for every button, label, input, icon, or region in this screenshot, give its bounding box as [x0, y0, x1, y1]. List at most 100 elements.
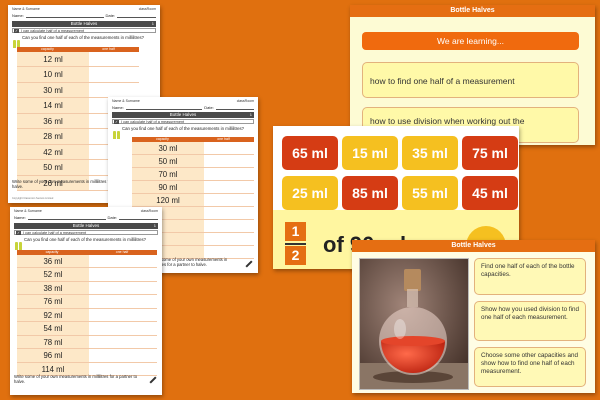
half-cell[interactable]	[89, 308, 157, 321]
capacity-cell: 90 ml	[132, 180, 204, 193]
capacity-cell: 76 ml	[17, 295, 89, 308]
learning-objective: ✓ I can calculate half of a measurement	[112, 119, 254, 124]
half-cell[interactable]	[89, 51, 139, 66]
half-cell[interactable]	[89, 281, 157, 294]
table-row: 30 ml	[17, 82, 139, 98]
learning-banner: We are learning...	[362, 32, 579, 50]
worksheet-meta: Name & Surname classRoom	[14, 209, 158, 213]
table-row: 54 ml	[17, 322, 157, 336]
capacity-cell: 50 ml	[17, 160, 89, 175]
measurement-tile: 35 ml	[402, 136, 458, 170]
capacity-table: capacity one half 36 ml 52 ml 38 ml 76 ml 92 …	[17, 250, 157, 376]
pencil-icon	[245, 260, 253, 268]
copyright: Copyright Classroom Secrets Limited	[12, 197, 54, 200]
meta-right: classRoom	[138, 7, 156, 11]
table-row: 30 ml	[132, 141, 254, 155]
slide-title: Bottle Halves	[352, 240, 595, 252]
table-row: 10 ml	[17, 67, 139, 83]
learning-objective: ✓ I can calculate half of a measurement	[12, 28, 156, 33]
measurement-tile: 25 ml	[282, 176, 338, 210]
half-cell[interactable]	[89, 295, 157, 308]
half-cell[interactable]	[204, 180, 254, 193]
half-cell[interactable]	[89, 349, 157, 362]
capacity-cell: 38 ml	[17, 281, 89, 294]
date-label: Date:	[105, 13, 116, 18]
learning-item-1: how to find one half of a measurement	[362, 62, 579, 98]
worksheet-title: Bottle Halves 1	[14, 223, 158, 229]
table-row: 38 ml	[17, 281, 157, 295]
name-date-row: Name: Date:	[112, 105, 254, 110]
table-row: 76 ml	[17, 295, 157, 309]
name-date-row: Name: Date:	[14, 215, 158, 220]
table-row: 12 ml	[17, 51, 139, 67]
half-cell[interactable]	[89, 335, 157, 348]
measurement-tile: 45 ml	[462, 176, 518, 210]
worksheet-footer: Write some of your own measurements in m…	[150, 257, 228, 267]
half-cell[interactable]	[89, 82, 139, 97]
half-cell[interactable]	[89, 268, 157, 281]
slide-learning: Bottle Halves We are learning... how to …	[350, 5, 595, 145]
capacity-cell: 70 ml	[132, 167, 204, 180]
capacity-cell: 92 ml	[17, 308, 89, 321]
fraction-denominator: 2	[285, 246, 306, 265]
half-cell[interactable]	[204, 219, 254, 232]
task-card-2: Show how you used division to find one h…	[474, 301, 586, 341]
bottles-icon	[15, 237, 23, 250]
capacity-cell: 36 ml	[17, 254, 89, 267]
bottle-photo	[359, 258, 469, 390]
half-cell[interactable]	[204, 154, 254, 167]
capacity-cell: 96 ml	[17, 349, 89, 362]
slide-title: Bottle Halves	[350, 5, 595, 17]
table-row: 96 ml	[17, 349, 157, 363]
capacity-cell: 52 ml	[17, 268, 89, 281]
worksheet-question: Can you find one half of each of the mea…	[24, 237, 147, 242]
fraction-bar	[285, 243, 306, 245]
capacity-cell: 54 ml	[17, 322, 89, 335]
task-card-3: Choose some other capacities and show ho…	[474, 347, 586, 387]
capacity-cell: 28 ml	[17, 129, 89, 144]
meta-left: Name & Surname	[12, 7, 40, 11]
measurement-tile: 85 ml	[342, 176, 398, 210]
measurement-tile: 75 ml	[462, 136, 518, 170]
half-cell[interactable]	[204, 245, 254, 258]
capacity-cell: 42 ml	[17, 144, 89, 159]
table-row: 70 ml	[132, 167, 254, 181]
half-cell[interactable]	[204, 141, 254, 154]
pencil-icon	[149, 376, 157, 384]
task-card-1: Find one half of each of the bottle capa…	[474, 258, 586, 295]
measurement-tile: 65 ml	[282, 136, 338, 170]
table-row: 120 ml	[132, 193, 254, 207]
capacity-cell: 12 ml	[17, 51, 89, 66]
table-row: 52 ml	[17, 268, 157, 282]
capacity-cell: 30 ml	[17, 82, 89, 97]
half-cell[interactable]	[89, 322, 157, 335]
learning-objective: ✓ I can calculate half of a measurement	[14, 230, 158, 235]
capacity-cell: 36 ml	[17, 113, 89, 128]
capacity-cell: 50 ml	[132, 154, 204, 167]
half-cell[interactable]	[204, 193, 254, 206]
half-cell[interactable]	[89, 67, 139, 82]
worksheet-title: Bottle Halves 1	[12, 21, 156, 27]
name-date-row: Name: Date:	[12, 13, 156, 18]
table-row: 50 ml	[132, 154, 254, 168]
worksheet-footer: Write some of your own measurements in m…	[14, 374, 138, 384]
fraction-numerator: 1	[285, 222, 306, 241]
worksheet-question: Can you find one half of each of the mea…	[122, 126, 245, 131]
table-row: 78 ml	[17, 335, 157, 349]
half-cell[interactable]	[204, 167, 254, 180]
worksheet-meta: Name & Surname classRoom	[112, 99, 254, 103]
half-cell[interactable]	[89, 254, 157, 267]
capacity-cell: 120 ml	[132, 193, 204, 206]
capacity-cell: 30 ml	[132, 141, 204, 154]
bottles-icon	[113, 126, 121, 139]
half-cell[interactable]	[204, 206, 254, 219]
half-cell[interactable]	[204, 232, 254, 245]
table-row: 90 ml	[132, 180, 254, 194]
table-row: 92 ml	[17, 308, 157, 322]
worksheet-title: Bottle Halves 1	[112, 112, 254, 118]
capacity-cell: 10 ml	[17, 67, 89, 82]
worksheet-meta: Name & Surname classRoom	[12, 7, 156, 11]
worksheet-question: Can you find one half of each of the mea…	[22, 35, 145, 40]
name-label: Name:	[12, 13, 24, 18]
bottles-icon	[13, 35, 21, 48]
